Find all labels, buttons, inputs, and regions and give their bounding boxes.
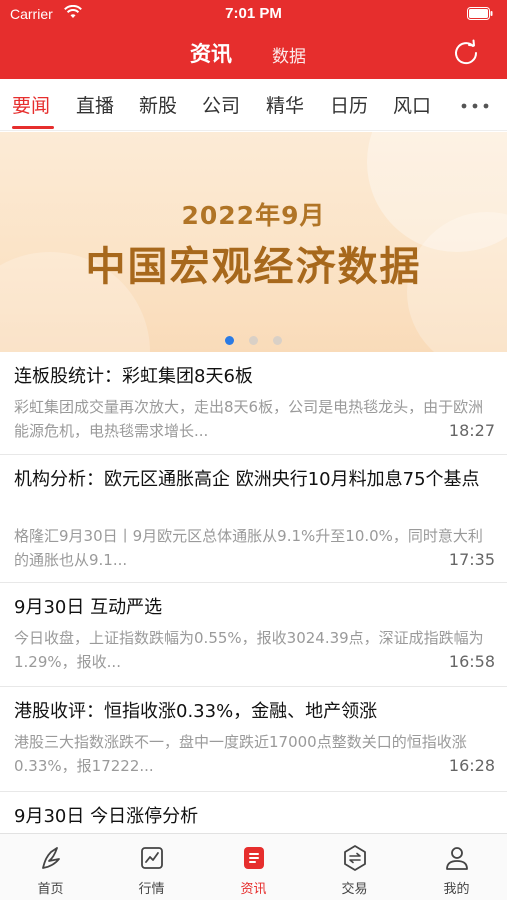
news-summary: 格隆汇9月30日丨9月欧元区总体通胀从9.1%升至10.0%，同时意大利的通胀也… (14, 527, 483, 569)
tabbar-home[interactable]: 首页 (0, 834, 101, 900)
tab-company[interactable]: 公司 (202, 91, 240, 118)
tabbar-label: 我的 (443, 882, 470, 897)
tabbar-market[interactable]: 行情 (101, 834, 202, 900)
tab-news-title[interactable]: 资讯 (190, 38, 232, 68)
category-tabs: 要闻 直播 新股 公司 精华 日历 风口 (0, 79, 507, 131)
trade-icon (344, 845, 366, 871)
news-item[interactable]: 港股收评：恒指收涨0.33%，金融、地产领涨 港股三大指数涨跌不一，盘中一度跌近… (0, 687, 507, 792)
battery-icon (467, 7, 493, 20)
news-title: 9月30日 互动严选 (14, 597, 163, 618)
tab-data-title[interactable]: 数据 (272, 42, 306, 67)
tab-headlines[interactable]: 要闻 (12, 91, 50, 118)
bottom-tab-bar: 首页 行情 资讯 交易 我的 (0, 833, 507, 900)
tabbar-news[interactable]: 资讯 (203, 834, 304, 900)
chart-icon (141, 847, 163, 869)
news-title: 连板股统计：彩虹集团8天6板 (14, 366, 253, 387)
news-item[interactable]: 9月30日 互动严选 今日收盘，上证指数跌幅为0.55%，报收3024.39点，… (0, 583, 507, 687)
news-title: 9月30日 今日涨停分析 (14, 806, 199, 827)
news-summary: 今日收盘，上证指数跌幅为0.55%，报收3024.39点，深证成指跌幅为1.29… (14, 629, 484, 671)
banner-title: 中国宏观经济数据 (85, 244, 422, 290)
news-time: 17:35 (448, 550, 495, 569)
tab-featured[interactable]: 精华 (266, 91, 304, 118)
banner-carousel[interactable]: 2022年9月 中国宏观经济数据 (0, 132, 507, 352)
active-tab-indicator (12, 126, 54, 129)
more-icon[interactable] (461, 103, 489, 109)
news-time: 16:28 (448, 756, 495, 775)
tabbar-profile[interactable]: 我的 (406, 834, 507, 900)
carousel-dot[interactable] (249, 336, 258, 345)
news-time: 16:58 (448, 652, 495, 671)
news-summary: 港股三大指数涨跌不一，盘中一度跌近17000点整数关口的恒指收涨0.33%，报1… (14, 733, 467, 775)
tabbar-label: 资讯 (240, 882, 267, 897)
status-time: 7:01 PM (225, 5, 282, 22)
tabbar-trade[interactable]: 交易 (304, 834, 405, 900)
refresh-icon[interactable] (451, 38, 481, 68)
status-bar: Carrier 7:01 PM (0, 0, 507, 28)
profile-icon (446, 847, 468, 870)
tabbar-label: 交易 (341, 882, 368, 897)
news-time: 18:27 (448, 421, 495, 440)
tab-live[interactable]: 直播 (76, 91, 114, 118)
tabbar-label: 行情 (138, 882, 165, 897)
tabbar-label: 首页 (37, 882, 64, 897)
news-item[interactable]: 机构分析：欧元区通胀高企 欧洲央行10月料加息75个基点 格隆汇9月30日丨9月… (0, 455, 507, 583)
carousel-dot[interactable] (224, 336, 234, 345)
app-header: Carrier 7:01 PM 资讯 数据 (0, 0, 507, 79)
carousel-indicator (0, 330, 507, 349)
home-icon (42, 847, 60, 869)
tab-calendar[interactable]: 日历 (330, 91, 368, 118)
news-title: 机构分析：欧元区通胀高企 欧洲央行10月料加息75个基点 (14, 469, 480, 490)
tab-trend[interactable]: 风口 (393, 91, 431, 118)
carousel-dot[interactable] (273, 336, 283, 345)
news-icon (244, 847, 264, 869)
tab-new-stock[interactable]: 新股 (139, 91, 177, 118)
title-row: 资讯 数据 (0, 34, 507, 74)
news-item[interactable]: 连板股统计：彩虹集团8天6板 彩虹集团成交量再次放大，走出8天6板，公司是电热毯… (0, 352, 507, 455)
banner-subtitle: 2022年9月 (181, 201, 326, 230)
news-title: 港股收评：恒指收涨0.33%，金融、地产领涨 (14, 701, 378, 722)
news-summary: 彩虹集团成交量再次放大，走出8天6板，公司是电热毯龙头，由于欧洲能源危机，电热毯… (14, 398, 484, 440)
